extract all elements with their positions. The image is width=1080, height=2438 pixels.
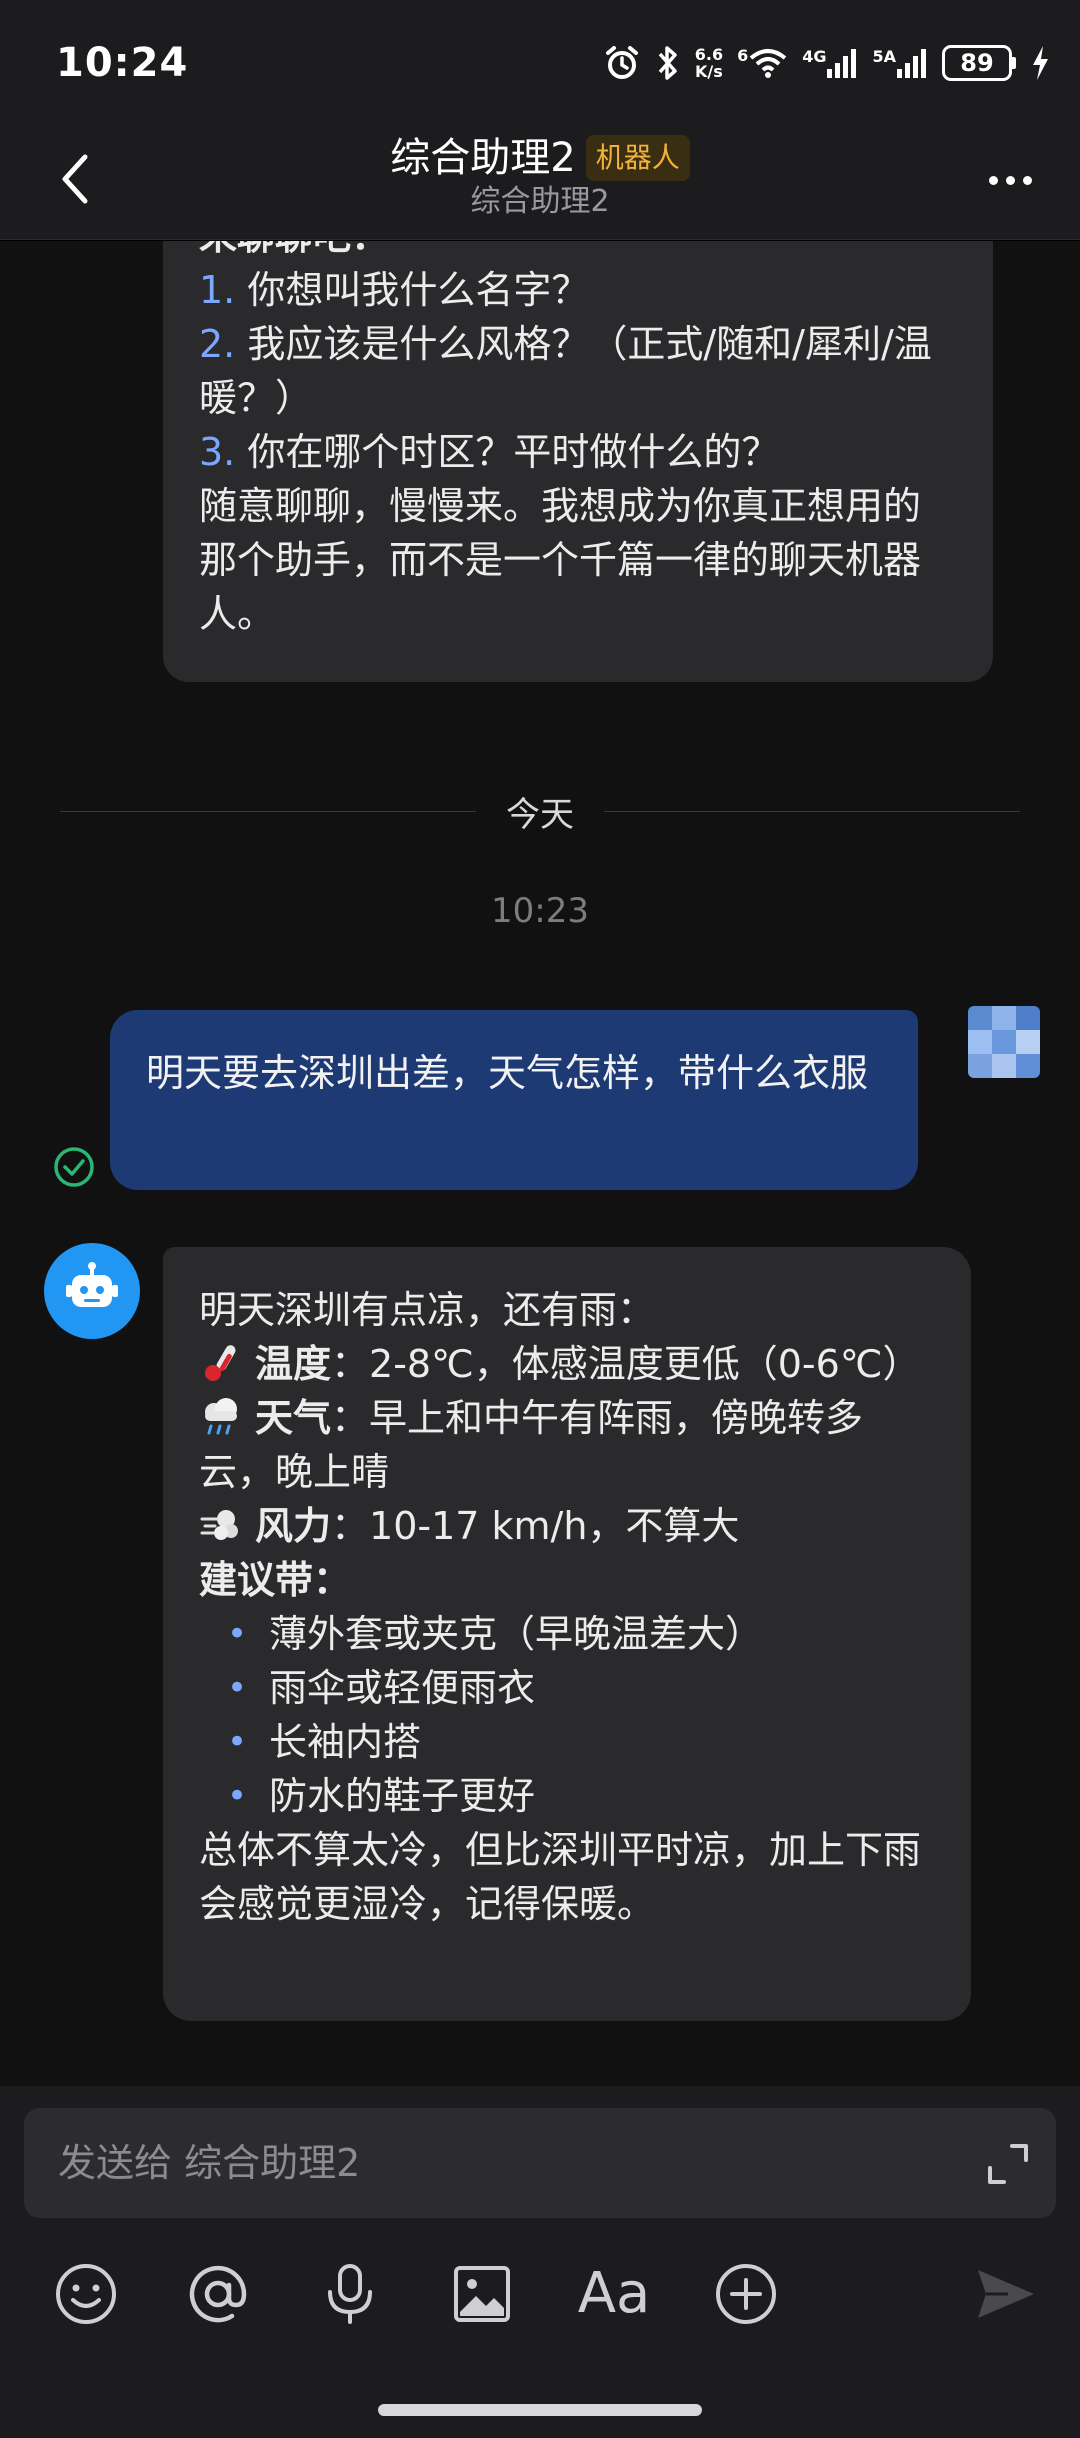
microphone-icon	[328, 2264, 372, 2324]
thermometer-icon	[205, 1345, 236, 1381]
list-item: 雨伞或轻便雨衣	[199, 1661, 935, 1715]
composer-toolbar: Aa	[0, 2254, 1080, 2354]
charging-icon	[1030, 45, 1050, 81]
message-list[interactable]: 来聊聊吧： 1. 你想叫我什么名字？ 2. 我应该是什么风格？（正式/随和/犀利…	[0, 241, 1080, 2086]
date-divider: 今天	[60, 791, 1020, 835]
rain-cloud-icon	[205, 1398, 237, 1435]
expand-icon[interactable]	[980, 2136, 1036, 2192]
chat-header: 综合助理2 机器人 综合助理2	[0, 130, 1080, 240]
message-text: 明天要去深圳出差，天气怎样，带什么衣服	[146, 1051, 869, 1095]
send-button[interactable]	[966, 2254, 1046, 2334]
bot-message-bubble[interactable]: 来聊聊吧： 1. 你想叫我什么名字？ 2. 我应该是什么风格？（正式/随和/犀利…	[163, 241, 993, 682]
read-check-icon	[54, 1147, 94, 1187]
mention-button[interactable]	[178, 2254, 258, 2334]
robot-icon	[66, 1262, 118, 1307]
voice-button[interactable]	[310, 2254, 390, 2334]
wifi-icon: 6	[737, 46, 788, 80]
wind-icon	[200, 1510, 238, 1540]
status-bar: 10:24 6.6 K/s 6 4G 5A 89	[0, 0, 1080, 130]
message-line: 总体不算太冷，但比深圳平时凉，加上下雨会感觉更湿冷，记得保暖。	[199, 1828, 922, 1926]
advice-list: 薄外套或夹克（早晚温差大） 雨伞或轻便雨衣 长袖内搭 防水的鞋子更好	[199, 1607, 935, 1823]
message-line: 来聊聊吧：	[199, 241, 957, 263]
list-item: 防水的鞋子更好	[199, 1769, 935, 1823]
message-line: 1. 你想叫我什么名字？	[199, 268, 590, 312]
title-row: 综合助理2 机器人	[0, 130, 1080, 186]
home-indicator[interactable]	[378, 2404, 702, 2416]
message-input[interactable]	[58, 2108, 958, 2218]
bluetooth-icon	[655, 44, 681, 82]
emoji-button[interactable]	[46, 2254, 126, 2334]
add-button[interactable]	[706, 2254, 786, 2334]
message-line: 建议带：	[199, 1558, 352, 1602]
plus-circle-icon	[716, 2264, 776, 2324]
status-time: 10:24	[56, 40, 189, 86]
font-format-icon: Aa	[577, 2261, 651, 2326]
message-line: 2. 我应该是什么风格？（正式/随和/犀利/温暖？）	[199, 322, 932, 420]
message-line: 3. 你在哪个时区？平时做什么的？	[199, 430, 780, 474]
battery-icon: 89	[942, 45, 1016, 81]
battery-level: 89	[942, 45, 1012, 81]
status-icons: 6.6 K/s 6 4G 5A 89	[603, 44, 1050, 82]
message-line: 明天深圳有点凉，还有雨：	[199, 1288, 656, 1332]
user-message-bubble[interactable]: 明天要去深圳出差，天气怎样，带什么衣服	[110, 1010, 918, 1190]
composer: Aa	[0, 2086, 1080, 2438]
bot-badge: 机器人	[585, 135, 690, 181]
bot-message-bubble[interactable]: 明天深圳有点凉，还有雨： 温度：2-8℃，体感温度更低（0-6℃） 天气：早上和…	[163, 1247, 971, 2021]
message-timestamp: 10:23	[491, 891, 589, 931]
bot-avatar[interactable]	[44, 1243, 140, 1339]
chat-title[interactable]: 综合助理2	[390, 130, 575, 186]
message-line: 温度：2-8℃，体感温度更低（0-6℃）	[199, 1337, 935, 1391]
chat-subtitle: 综合助理2	[470, 184, 610, 219]
image-icon	[454, 2266, 510, 2322]
user-avatar[interactable]	[968, 1006, 1040, 1078]
cellular-signal-icon: 4G	[802, 47, 858, 79]
text-format-button[interactable]: Aa	[574, 2254, 654, 2334]
list-item: 长袖内搭	[199, 1715, 935, 1769]
more-dots-icon	[988, 175, 998, 185]
date-divider-label: 今天	[506, 794, 574, 835]
image-button[interactable]	[442, 2254, 522, 2334]
more-options-button[interactable]	[970, 150, 1050, 210]
list-item: 薄外套或夹克（早晚温差大）	[199, 1607, 935, 1661]
at-sign-icon	[189, 2265, 247, 2323]
chat-screen: 10:24 6.6 K/s 6 4G 5A 89 综合助理2 机器人 综合助理2…	[0, 0, 1080, 2438]
message-line: 风力：10-17 km/h，不算大	[199, 1499, 935, 1553]
smiley-icon	[56, 2264, 116, 2324]
cellular-signal-icon-2: 5A	[872, 47, 928, 79]
alarm-icon	[603, 44, 641, 82]
network-speed: 6.6 K/s	[694, 45, 724, 81]
message-input-box[interactable]	[24, 2108, 1056, 2218]
send-icon	[978, 2270, 1034, 2318]
message-line: 随意聊聊，慢慢来。我想成为你真正想用的那个助手，而不是一个千篇一律的聊天机器人。	[199, 484, 922, 636]
message-line: 天气：早上和中午有阵雨，傍晚转多云，晚上晴	[199, 1396, 864, 1494]
